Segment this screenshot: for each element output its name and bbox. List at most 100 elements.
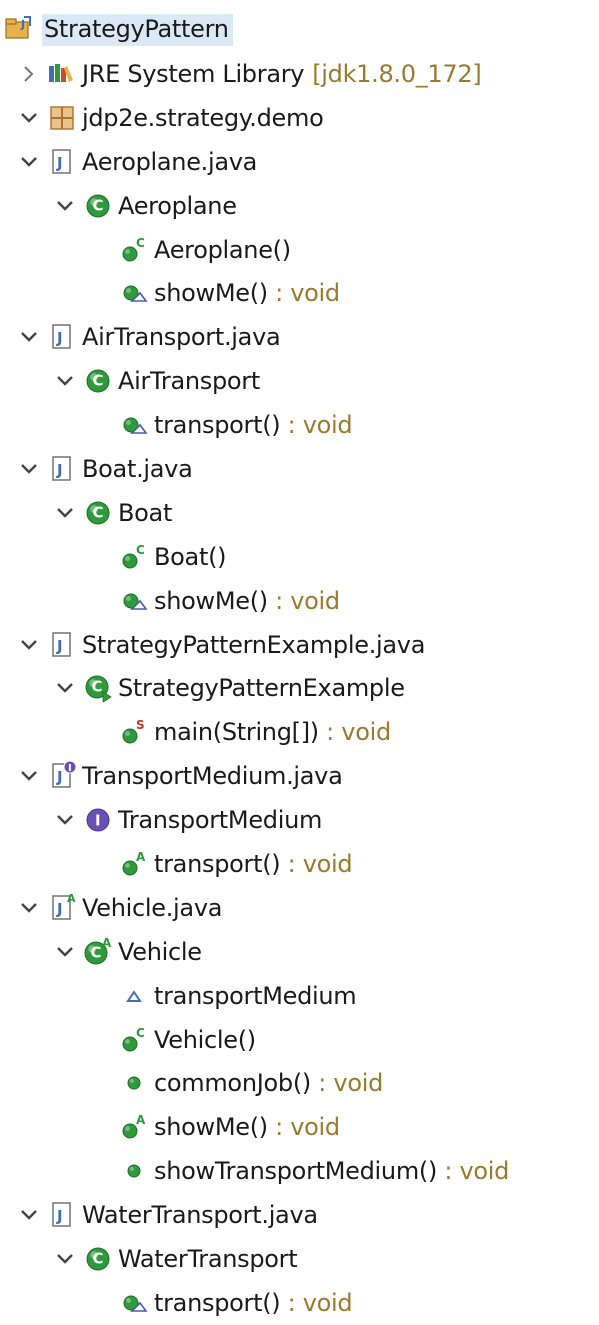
svg-text:C: C — [93, 1249, 104, 1267]
tree-item-label: commonJob() — [154, 1069, 311, 1098]
chevron-down-icon[interactable] — [54, 370, 76, 392]
tree-item-boat-java[interactable]: J Boat.java — [0, 447, 599, 491]
constructor-icon: C — [118, 234, 150, 266]
class-icon: C — [82, 190, 114, 222]
tree-item-transportmedium[interactable]: transportMedium — [0, 974, 599, 1018]
svg-text:C: C — [93, 503, 104, 521]
tree-item-aeroplane[interactable]: C Aeroplane — [0, 184, 599, 228]
tree-item-showme[interactable]: showMe() : void — [0, 271, 599, 315]
tree-item-label: transport() — [154, 411, 281, 440]
tree-item-vehicle-java[interactable]: J A Vehicle.java — [0, 886, 599, 930]
tree-item-label: Vehicle.java — [82, 893, 223, 922]
abstract-class-icon: CA — [82, 936, 114, 968]
chevron-down-icon[interactable] — [54, 809, 76, 831]
tree-item-boat[interactable]: C Boat — [0, 491, 599, 535]
runnable-class-icon: C — [82, 672, 114, 704]
override-method-icon — [118, 277, 150, 309]
tree-item-label: WaterTransport.java — [82, 1201, 318, 1230]
tree-item-main-string-array[interactable]: Smain(String[]) : void — [0, 710, 599, 754]
tree-item-transportmedium[interactable]: I TransportMedium — [0, 798, 599, 842]
tree-item-watertransport-java[interactable]: J WaterTransport.java — [0, 1193, 599, 1237]
tree-item-boat[interactable]: C Boat() — [0, 535, 599, 579]
tree-item-label: showTransportMedium() — [154, 1157, 438, 1186]
chevron-down-icon[interactable] — [54, 1248, 76, 1270]
chevron-down-icon[interactable] — [54, 502, 76, 524]
tree-item-jre-system-library[interactable]: JRE System Library [jdk1.8.0_172] — [0, 52, 599, 96]
tree-item-label: main(String[]) — [154, 718, 319, 747]
project-name-label: StrategyPattern — [42, 14, 233, 46]
tree-item-airtransport-java[interactable]: J AirTransport.java — [0, 315, 599, 359]
java-abstract-file-icon: JA — [46, 892, 78, 924]
chevron-down-icon[interactable] — [18, 326, 40, 348]
tree-item-aeroplane[interactable]: C Aeroplane() — [0, 228, 599, 272]
svg-text:I: I — [68, 763, 71, 774]
tree-item-transport[interactable]: transport() : void — [0, 1281, 599, 1325]
chevron-down-icon[interactable] — [18, 458, 40, 480]
tree-item-commonjob[interactable]: commonJob() : void — [0, 1061, 599, 1105]
tree-item-label: AirTransport — [118, 367, 260, 396]
tree-item-strategypatternexample-java[interactable]: J StrategyPatternExample.java — [0, 623, 599, 667]
java-file-icon: J — [46, 629, 78, 661]
class-icon: C — [82, 365, 114, 397]
svg-text:I: I — [95, 812, 100, 830]
tree-item-vehicle[interactable]: C Vehicle() — [0, 1018, 599, 1062]
tree-item-label: transportMedium — [154, 981, 357, 1010]
return-type-label: : void — [280, 411, 353, 440]
tree-item-label: JRE System Library — [82, 59, 305, 88]
tree-item-showme[interactable]: showMe() : void — [0, 579, 599, 623]
package-explorer-tree: J StrategyPattern JRE System Library [jdk1… — [0, 8, 599, 1325]
svg-text:J: J — [56, 329, 62, 347]
chevron-down-icon[interactable] — [18, 107, 40, 129]
tree-item-watertransport[interactable]: C WaterTransport — [0, 1237, 599, 1281]
svg-text:A: A — [67, 892, 76, 905]
svg-text:C: C — [136, 543, 145, 557]
chevron-down-icon[interactable] — [18, 634, 40, 656]
chevron-down-icon[interactable] — [54, 677, 76, 699]
return-type-label: : void — [318, 718, 391, 747]
svg-text:J: J — [56, 637, 62, 655]
tree-item-transportmedium-java[interactable]: J I TransportMedium.java — [0, 754, 599, 798]
tree-item-label: jdp2e.strategy.demo — [82, 103, 324, 132]
tree-item-label: Vehicle() — [154, 1025, 256, 1054]
chevron-down-icon[interactable] — [54, 941, 76, 963]
tree-item-strategypatternexample[interactable]: C StrategyPatternExample — [0, 666, 599, 710]
tree-item-transport[interactable]: transport() : void — [0, 403, 599, 447]
tree-item-transport[interactable]: Atransport() : void — [0, 842, 599, 886]
svg-text:C: C — [93, 196, 104, 214]
tree-item-airtransport[interactable]: C AirTransport — [0, 359, 599, 403]
tree-item-vehicle[interactable]: C A Vehicle — [0, 930, 599, 974]
java-interface-file-icon: JI — [46, 760, 78, 792]
svg-text:J: J — [56, 154, 62, 172]
tree-item-label: Boat() — [154, 542, 227, 571]
tree-item-jdp2e-strategy-demo[interactable]: jdp2e.strategy.demo — [0, 96, 599, 140]
tree-item-label: Boat.java — [82, 454, 193, 483]
chevron-down-icon[interactable] — [18, 1204, 40, 1226]
override-method-icon — [118, 409, 150, 441]
chevron-down-icon[interactable] — [54, 195, 76, 217]
return-type-label: : void — [280, 1288, 353, 1317]
svg-text:J: J — [56, 461, 62, 479]
chevron-down-icon[interactable] — [18, 765, 40, 787]
chevron-right-icon[interactable] — [18, 63, 40, 85]
tree-item-strategypattern[interactable]: J StrategyPattern — [0, 8, 599, 52]
tree-item-label: Aeroplane — [118, 191, 237, 220]
tree-item-aeroplane-java[interactable]: J Aeroplane.java — [0, 140, 599, 184]
tree-item-showme[interactable]: AshowMe() : void — [0, 1105, 599, 1149]
library-version-label: [jdk1.8.0_172] — [312, 59, 482, 88]
chevron-down-icon[interactable] — [18, 897, 40, 919]
chevron-down-icon[interactable] — [18, 151, 40, 173]
tree-item-label: Vehicle — [118, 937, 202, 966]
interface-icon: I — [82, 804, 114, 836]
return-type-label: : void — [267, 586, 340, 615]
tree-item-showtransportmedium[interactable]: showTransportMedium() : void — [0, 1149, 599, 1193]
